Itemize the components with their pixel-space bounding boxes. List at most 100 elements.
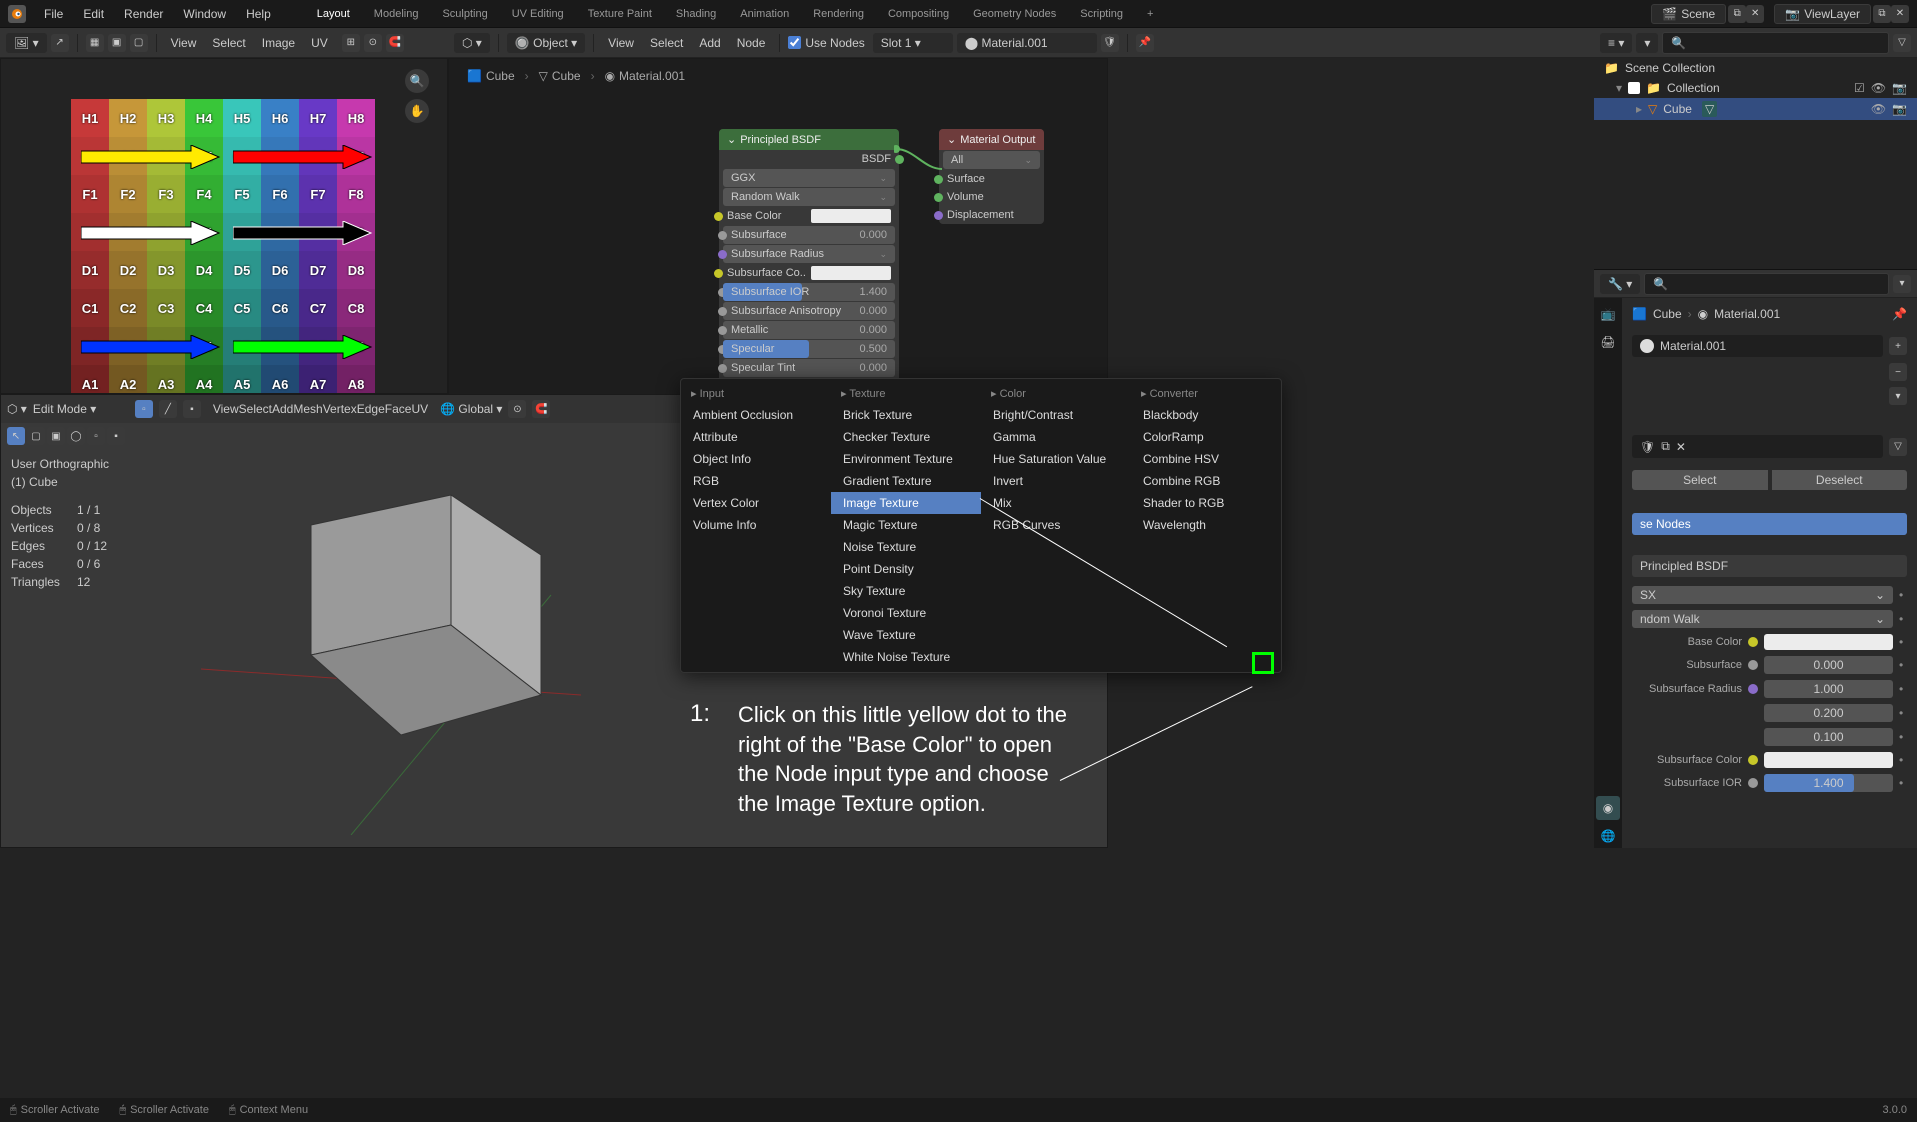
cursor-tool-icon[interactable]: ↖ [7,427,25,445]
material-selector[interactable]: ⬤ Material.001 [957,33,1097,53]
close-icon[interactable]: ✕ [1676,440,1686,454]
select-tool-icon[interactable]: ▣ [47,427,65,445]
input-socket[interactable] [714,269,723,278]
breadcrumb-mesh[interactable]: ▽ Cube [539,69,581,83]
deselect-button[interactable]: Deselect [1772,470,1908,490]
workspace-tab[interactable]: Compositing [876,4,961,24]
outliner-collection[interactable]: ▾ 📁 Collection ☑ 👁 📷 [1594,78,1917,98]
workspace-tab[interactable]: Shading [664,4,728,24]
popup-menu-item[interactable]: Point Density [831,558,981,580]
outliner-cube[interactable]: ▸ ▽ Cube ▽ 👁 📷 [1594,98,1917,120]
workspace-tab[interactable]: Rendering [801,4,876,24]
sss-method-dropdown[interactable]: Random Walk [723,188,895,206]
popup-menu-item[interactable]: Object Info [681,448,831,470]
select-icon[interactable]: ▪ [107,427,125,445]
viewport-menu-item[interactable]: Select [239,402,272,416]
input-socket[interactable] [718,307,727,316]
viewport-menu-item[interactable]: UV [411,402,428,416]
node-menu-view[interactable]: View [602,33,640,53]
value-field[interactable]: 1.400 [1764,774,1893,792]
slider-input-row[interactable]: Subsurface IOR1.400 [723,283,895,301]
color-swatch[interactable] [811,266,891,280]
edge-select-icon[interactable]: ╱ [159,400,177,418]
viewport-menu-item[interactable]: Face [385,402,412,416]
eye-icon[interactable]: 👁 [1871,102,1886,116]
menu-edit[interactable]: Edit [73,7,114,21]
uv-sticky-icon[interactable]: ▢ [130,34,148,52]
add-slot-button[interactable]: + [1889,337,1907,355]
input-socket[interactable] [718,326,727,335]
popup-menu-item[interactable]: RGB Curves [981,514,1131,536]
material-datablock[interactable]: 🛡 ⧉ ✕ [1632,435,1883,458]
color-input-row[interactable]: Base Color [719,207,899,225]
popup-menu-item[interactable]: Image Texture [831,492,981,514]
principled-bsdf-node[interactable]: ⌄Principled BSDF BSDF GGX Random Walk Ba… [719,129,899,397]
workspace-tab[interactable]: Sculpting [430,4,499,24]
scene-selector[interactable]: 🎬Scene [1651,4,1726,24]
shader-input-row[interactable]: Surface [939,170,1044,188]
texture-tab-icon[interactable]: 🌐 [1596,824,1620,848]
render-tab-icon[interactable]: 📺 [1596,302,1620,326]
input-socket[interactable] [934,211,943,220]
uv-sync-icon[interactable]: ▦ [86,34,104,52]
camera-icon[interactable]: 📷 [1892,81,1907,95]
box-select-icon[interactable]: ▢ [27,427,45,445]
popup-menu-item[interactable]: White Noise Texture [831,646,981,668]
menu-help[interactable]: Help [236,7,281,21]
node-header[interactable]: ⌄Principled BSDF [719,129,899,150]
node-menu-add[interactable]: Add [693,33,726,53]
workspace-tab[interactable]: Texture Paint [576,4,664,24]
material-slot-selector[interactable]: Slot 1 ▾ [873,33,953,53]
popup-menu-item[interactable]: Vertex Color [681,492,831,514]
popup-menu-item[interactable]: Voronoi Texture [831,602,981,624]
viewport-menu-item[interactable]: Edge [357,402,385,416]
workspace-tab[interactable]: Modeling [362,4,431,24]
shader-input-row[interactable]: Displacement [939,206,1044,224]
viewport-menu-item[interactable]: Mesh [293,402,322,416]
editor-type-shader[interactable]: ⬡ ▾ [454,33,490,53]
slider-input-row[interactable]: Subsurface Anisotropy0.000 [723,302,895,320]
viewport-menu-item[interactable]: Add [272,402,293,416]
color-swatch[interactable] [1764,634,1893,650]
uv-pivot-icon[interactable]: ⊙ [364,34,382,52]
socket-dot[interactable] [1748,778,1758,788]
camera-icon[interactable]: 📷 [1892,102,1907,116]
popup-menu-item[interactable]: Combine RGB [1131,470,1281,492]
editor-type-3dview[interactable]: ⬡ ▾ [7,402,27,416]
add-workspace-button[interactable]: + [1135,4,1165,24]
popup-menu-item[interactable]: Sky Texture [831,580,981,602]
pivot-icon[interactable]: ⊙ [508,400,526,418]
viewlayer-selector[interactable]: 📷ViewLayer [1774,4,1871,24]
menu-render[interactable]: Render [114,7,173,21]
popup-menu-item[interactable]: Wave Texture [831,624,981,646]
material-tab-icon[interactable]: ◉ [1596,796,1620,820]
popup-menu-item[interactable]: Invert [981,470,1131,492]
value-field[interactable]: 0.200 [1764,704,1893,722]
input-socket[interactable] [934,193,943,202]
eye-icon[interactable]: 👁 [1871,81,1886,95]
vertex-select-icon[interactable]: ▫ [135,400,153,418]
slider-input-row[interactable]: Specular Tint0.000 [723,359,895,377]
popup-menu-item[interactable]: Environment Texture [831,448,981,470]
popup-menu-item[interactable]: Mix [981,492,1131,514]
menu-window[interactable]: Window [173,7,236,21]
add-node-popup[interactable]: ▸ InputAmbient OcclusionAttributeObject … [680,378,1282,673]
popup-menu-item[interactable]: Attribute [681,426,831,448]
popup-menu-item[interactable]: Ambient Occlusion [681,404,831,426]
popup-menu-item[interactable]: Brick Texture [831,404,981,426]
snap-icon[interactable]: 🧲 [532,400,550,418]
value-field[interactable]: 0.000 [1764,656,1893,674]
sss-select[interactable]: ndom Walk⌄ [1632,610,1893,628]
popup-menu-item[interactable]: ColorRamp [1131,426,1281,448]
viewlayer-close-icon[interactable]: ✕ [1891,5,1909,23]
face-select-icon[interactable]: ▪ [183,400,201,418]
select-icon[interactable]: ▫ [87,427,105,445]
transform-orientation[interactable]: 🌐 Global ▾ [440,402,502,416]
scene-close-icon[interactable]: ✕ [1746,5,1764,23]
input-socket[interactable] [718,364,727,373]
uv-tool-icon[interactable]: ↗ [51,34,69,52]
material-output-node[interactable]: ⌄Material Output All SurfaceVolumeDispla… [939,129,1044,224]
dropdown-input-row[interactable]: Subsurface Radius [723,245,895,263]
distribution-dropdown[interactable]: GGX [723,169,895,187]
socket-dot[interactable] [1748,660,1758,670]
